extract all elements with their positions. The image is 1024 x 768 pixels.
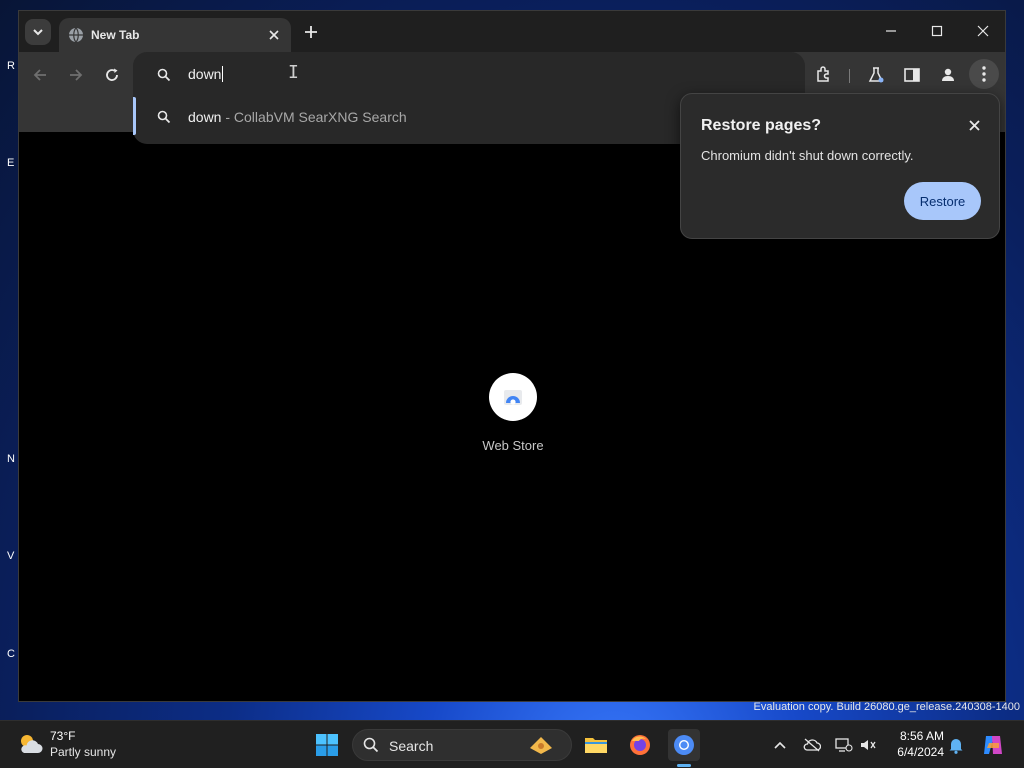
labs-button[interactable] [863,63,889,87]
restore-dialog-message: Chromium didn't shut down correctly. [701,148,914,163]
chevron-up-icon [774,741,786,749]
tab-close-button[interactable] [265,26,283,44]
windows-start-icon[interactable] [315,733,339,757]
address-bar-text: down [188,66,222,82]
web-store-icon [489,373,537,421]
desktop-icon-label[interactable]: C [7,648,15,660]
minimize-icon [886,30,896,32]
folder-icon [585,738,607,753]
network-tray-icon[interactable] [834,735,854,755]
side-panel-icon [904,68,920,82]
firefox-icon [630,735,650,755]
evaluation-watermark: Evaluation copy. Build 26080.ge_release.… [753,701,1020,713]
onedrive-tray-icon[interactable] [802,735,822,755]
suggestion-query: down [188,109,222,125]
flask-icon [868,67,884,83]
browser-window: New Tab down I down - CollabVM SearXNG S… [18,10,1006,702]
restore-dialog-close-button[interactable] [963,114,985,136]
reload-icon [106,68,118,81]
minimize-button[interactable] [877,19,905,43]
tab-search-button[interactable] [25,19,51,45]
file-explorer-app[interactable] [580,729,612,761]
clock-time[interactable]: 8:56 AM [892,729,944,743]
restore-pages-dialog: Restore pages? Chromium didn't shut down… [680,93,1000,239]
desktop-icon-label[interactable]: N [7,453,15,465]
cloud-offline-icon [803,738,821,752]
weather-partly-sunny-icon[interactable] [16,731,44,757]
puzzle-icon [817,66,829,82]
bell-icon [949,739,963,754]
notifications-button[interactable] [946,735,966,755]
toolbar: down I [19,52,1005,98]
shortcut-label: Web Store [482,438,544,453]
suggestion-description: - CollabVM SearXNG Search [221,109,407,125]
address-bar[interactable]: down I [133,52,805,98]
chromium-app[interactable] [668,729,700,761]
kebab-menu-icon [982,66,986,82]
taskbar: 73°F Partly sunny Search 8:56 AM 6/4/202… [0,720,1024,768]
network-disconnected-icon [835,738,853,752]
desktop-icon-label[interactable]: V [7,550,14,562]
close-icon [269,30,279,40]
chromium-icon [674,735,694,755]
person-icon [942,68,954,81]
mouse-cursor-ibeam-icon: I [288,62,299,83]
restore-dialog-title: Restore pages? [701,117,822,134]
close-icon [977,25,989,37]
weather-condition[interactable]: Partly sunny [50,745,116,759]
close-icon [968,119,980,131]
volume-tray-icon[interactable] [858,735,878,755]
suggestion-focus-indicator [133,97,136,135]
desktop-icon-label[interactable]: E [7,157,14,169]
weather-temperature[interactable]: 73°F [50,729,75,743]
suggestion-text: down - CollabVM SearXNG Search [188,109,407,125]
close-window-button[interactable] [969,19,997,43]
search-icon [363,737,379,753]
maximize-icon [931,25,943,37]
restore-button[interactable]: Restore [904,182,981,220]
volume-muted-icon [861,740,876,750]
extensions-button[interactable] [811,63,837,87]
search-highlight-icon [530,737,552,754]
text-caret [222,66,224,82]
search-icon [157,68,171,82]
show-hidden-icons-button[interactable] [770,735,790,755]
taskbar-search-label: Search [389,738,434,754]
active-app-indicator [677,764,691,767]
search-icon [157,110,171,124]
menu-button[interactable] [969,59,999,89]
chevron-down-icon [33,29,43,36]
globe-icon [69,27,83,43]
address-bar-input[interactable]: down [188,66,224,82]
reload-button[interactable] [99,63,125,87]
new-tab-button[interactable] [301,22,321,42]
tab-strip: New Tab [19,11,1005,52]
firefox-app[interactable] [624,729,656,761]
profile-button[interactable] [935,63,961,87]
tab-new-tab[interactable]: New Tab [59,18,291,52]
side-panel-button[interactable] [899,63,925,87]
arrow-left-icon [33,69,46,81]
toolbar-divider [849,69,850,83]
desktop-icon-label[interactable]: R [7,60,15,72]
back-button[interactable] [27,63,53,87]
copilot-button[interactable] [980,732,1006,758]
taskbar-search-box[interactable]: Search [352,729,572,761]
shortcut-tile[interactable]: Web Store [477,373,549,453]
arrow-right-icon [70,69,83,81]
maximize-button[interactable] [923,19,951,43]
copilot-icon [984,736,1002,754]
tab-title: New Tab [91,28,140,42]
plus-icon [305,26,317,38]
clock-date[interactable]: 6/4/2024 [888,745,944,759]
forward-button[interactable] [63,63,89,87]
